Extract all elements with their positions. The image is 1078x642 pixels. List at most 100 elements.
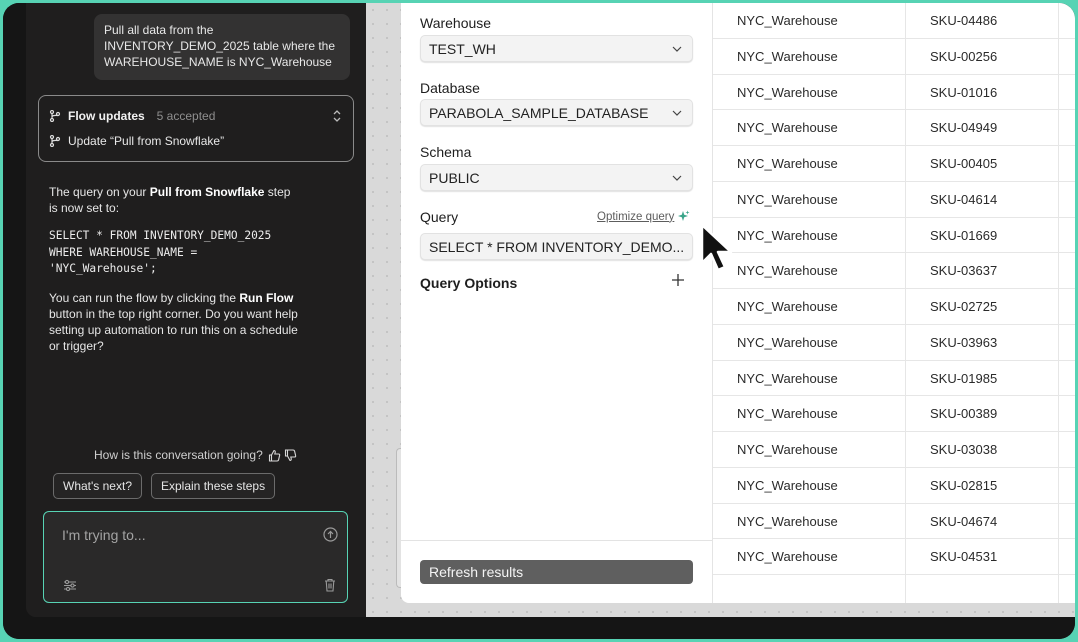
database-select[interactable]: PARABOLA_SAMPLE_DATABASE <box>420 99 693 126</box>
chevron-down-icon <box>672 46 682 52</box>
add-query-option-icon[interactable] <box>671 273 685 287</box>
results-rows: NYC_Warehouse SKU-04486 NYC_Warehouse SKU-0… <box>713 3 1075 575</box>
table-row[interactable]: NYC_Warehouse SKU-03038 <box>713 432 1075 468</box>
query-options-label: Query Options <box>420 275 518 291</box>
warehouse-name-cell: NYC_Warehouse <box>737 156 838 171</box>
sku-cell: SKU-00405 <box>930 156 998 171</box>
assistant-paragraph-1: The query on your Pull from Snowflake st… <box>49 185 291 215</box>
suggestion-whats-next[interactable]: What's next? <box>53 473 142 499</box>
flow-updates-card[interactable]: Flow updates 5 accepted Update “Pull fro… <box>38 95 354 162</box>
query-label: Query <box>420 209 459 225</box>
chevron-down-icon <box>672 110 682 116</box>
warehouse-name-cell: NYC_Warehouse <box>737 513 838 529</box>
send-icon[interactable] <box>323 527 338 542</box>
table-row[interactable]: NYC_Warehouse SKU-02815 <box>713 468 1075 504</box>
mouse-pointer-icon <box>700 223 733 272</box>
warehouse-name-cell: NYC_Warehouse <box>737 84 838 100</box>
warehouse-name-cell: NYC_Warehouse <box>737 120 838 136</box>
assistant-paragraph-2: You can run the flow by clicking the Run… <box>49 290 298 353</box>
table-row[interactable]: NYC_Warehouse SKU-01016 <box>713 75 1075 111</box>
settings-sliders-icon[interactable] <box>63 579 77 592</box>
chat-input-box <box>43 511 348 603</box>
database-value: PARABOLA_SAMPLE_DATABASE <box>429 104 649 121</box>
warehouse-name-cell: NYC_Warehouse <box>737 263 838 279</box>
query-value: SELECT * FROM INVENTORY_DEMO... <box>429 238 685 255</box>
table-row[interactable]: NYC_Warehouse SKU-04614 <box>713 182 1075 218</box>
warehouse-name-cell: NYC_Warehouse <box>737 549 838 565</box>
warehouse-name-cell: NYC_Warehouse <box>737 13 838 28</box>
table-row[interactable]: NYC_Warehouse SKU-04486 <box>713 3 1075 39</box>
sku-cell: SKU-03038 <box>930 442 998 457</box>
table-row[interactable]: NYC_Warehouse SKU-01985 <box>713 361 1075 397</box>
optimize-query-link[interactable]: Optimize query <box>597 210 690 223</box>
sku-cell: SKU-03963 <box>930 334 998 350</box>
flow-updates-count: 5 accepted <box>156 109 216 123</box>
warehouse-name-cell: NYC_Warehouse <box>737 299 838 314</box>
sku-cell: SKU-01669 <box>930 227 998 243</box>
flow-update-item-label: Update “Pull from Snowflake” <box>68 134 225 148</box>
branch-icon <box>49 135 61 147</box>
warehouse-name-cell: NYC_Warehouse <box>737 48 838 64</box>
flow-update-item[interactable]: Update “Pull from Snowflake” <box>49 134 224 148</box>
warehouse-name-cell: NYC_Warehouse <box>737 442 838 457</box>
flow-updates-title: Flow updates <box>68 109 145 123</box>
query-code-block: SELECT * FROM INVENTORY_DEMO_2025 WHERE … <box>49 229 272 275</box>
suggestion-explain-steps[interactable]: Explain these steps <box>151 473 276 499</box>
warehouse-name-cell: NYC_Warehouse <box>737 477 838 493</box>
schema-value: PUBLIC <box>429 169 480 186</box>
app-frame: Pull all data from the INVENTORY_DEMO_20… <box>3 3 1075 639</box>
step-settings-panel: Warehouse TEST_WH Database PARABOLA_SAMP… <box>401 3 712 603</box>
sku-cell: SKU-04531 <box>930 549 998 565</box>
branch-icon <box>49 110 61 122</box>
table-row[interactable]: NYC_Warehouse SKU-03637 <box>713 253 1075 289</box>
expand-collapse-icon[interactable] <box>331 109 343 123</box>
warehouse-name-cell: NYC_Warehouse <box>737 334 838 350</box>
warehouse-name-cell: NYC_Warehouse <box>737 227 838 243</box>
database-label: Database <box>420 80 480 96</box>
feedback-prompt: How is this conversation going? <box>94 448 263 462</box>
thumbs-down-icon[interactable] <box>284 448 297 462</box>
table-row[interactable]: NYC_Warehouse SKU-04531 <box>713 539 1075 575</box>
query-field[interactable]: SELECT * FROM INVENTORY_DEMO... <box>420 233 693 260</box>
sku-cell: SKU-04949 <box>930 120 998 136</box>
chat-panel: Pull all data from the INVENTORY_DEMO_20… <box>26 3 366 617</box>
sparkle-icon <box>678 210 690 221</box>
table-row[interactable]: NYC_Warehouse SKU-00256 <box>713 39 1075 75</box>
table-row[interactable]: NYC_Warehouse SKU-00405 <box>713 146 1075 182</box>
results-table: NYC_Warehouse SKU-04486 NYC_Warehouse SKU-0… <box>712 3 1075 603</box>
refresh-results-button[interactable]: Refresh results <box>420 560 693 584</box>
table-row[interactable]: NYC_Warehouse SKU-04949 <box>713 110 1075 146</box>
sku-cell: SKU-01016 <box>930 84 998 100</box>
sku-cell: SKU-00256 <box>930 48 998 64</box>
table-row[interactable]: NYC_Warehouse SKU-04674 <box>713 504 1075 540</box>
app-window: Pull all data from the INVENTORY_DEMO_20… <box>26 3 1075 617</box>
sku-cell: SKU-02815 <box>930 477 998 493</box>
sku-cell: SKU-04674 <box>930 513 998 529</box>
schema-label: Schema <box>420 144 472 160</box>
warehouse-name-cell: NYC_Warehouse <box>737 370 838 386</box>
warehouse-label: Warehouse <box>420 15 492 31</box>
table-row[interactable]: NYC_Warehouse SKU-01669 <box>713 218 1075 254</box>
assistant-message: The query on your Pull from Snowflake st… <box>49 184 299 354</box>
user-message: Pull all data from the INVENTORY_DEMO_20… <box>94 14 350 80</box>
schema-select[interactable]: PUBLIC <box>420 164 693 191</box>
table-row[interactable]: NYC_Warehouse SKU-00389 <box>713 396 1075 432</box>
sku-cell: SKU-01985 <box>930 370 998 386</box>
sku-cell: SKU-00389 <box>930 406 998 422</box>
warehouse-name-cell: NYC_Warehouse <box>737 191 838 207</box>
chevron-down-icon <box>672 175 682 181</box>
trash-icon[interactable] <box>324 578 336 592</box>
optimize-query-label: Optimize query <box>597 210 675 223</box>
warehouse-value: TEST_WH <box>429 40 496 57</box>
thumbs-up-icon[interactable] <box>268 449 281 462</box>
sku-cell: SKU-03637 <box>930 263 998 279</box>
table-row[interactable]: NYC_Warehouse SKU-02725 <box>713 289 1075 325</box>
flow-updates-header: Flow updates 5 accepted <box>49 109 215 123</box>
warehouse-select[interactable]: TEST_WH <box>420 35 693 62</box>
sku-cell: SKU-04486 <box>930 13 998 28</box>
table-row[interactable]: NYC_Warehouse SKU-03963 <box>713 325 1075 361</box>
chat-input[interactable] <box>52 522 302 548</box>
settings-divider <box>401 540 712 541</box>
sku-cell: SKU-02725 <box>930 299 998 314</box>
sku-cell: SKU-04614 <box>930 191 998 207</box>
